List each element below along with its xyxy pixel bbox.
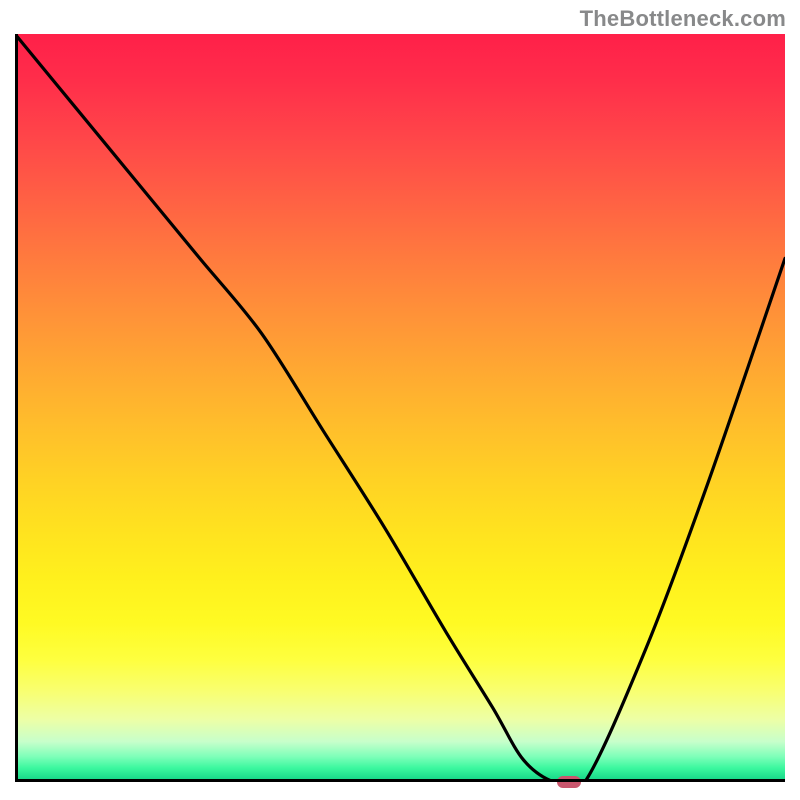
y-axis (15, 34, 18, 782)
chart-container: TheBottleneck.com (0, 0, 800, 800)
watermark-text: TheBottleneck.com (580, 6, 786, 32)
curve-path (15, 34, 785, 782)
x-axis (15, 779, 785, 782)
min-marker (557, 776, 581, 788)
curve-svg (15, 34, 785, 782)
